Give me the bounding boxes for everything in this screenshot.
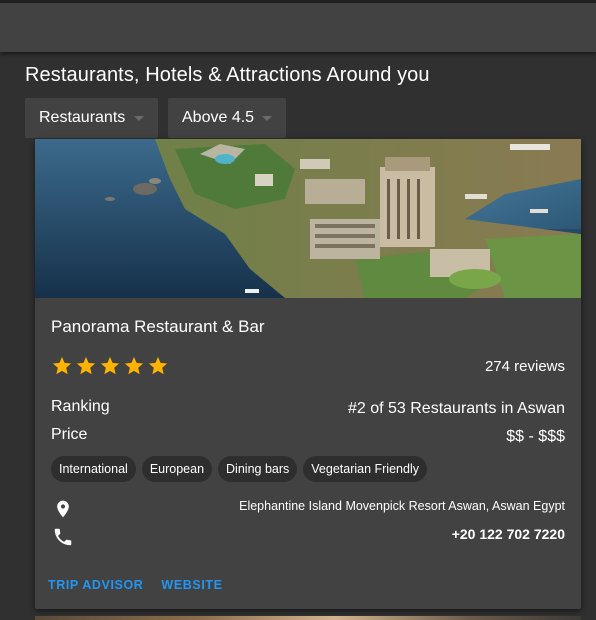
cuisine-chips: International European Dining bars Veget…	[51, 456, 427, 482]
category-select[interactable]: Restaurants	[25, 98, 158, 138]
star-icon	[147, 355, 169, 377]
phone-icon	[52, 526, 74, 553]
cuisine-chip: Vegetarian Friendly	[303, 456, 427, 482]
price-value: $$ - $$$	[506, 428, 565, 445]
dropdown-caret-icon	[134, 116, 144, 121]
star-icon	[99, 355, 121, 377]
star-icon	[75, 355, 97, 377]
star-icon	[51, 355, 73, 377]
tripadvisor-link[interactable]: TRIP ADVISOR	[48, 578, 143, 592]
cuisine-chip: European	[141, 456, 213, 482]
ranking-label: Ranking	[51, 398, 110, 415]
review-count: 274 reviews	[484, 358, 565, 375]
listing-photo	[35, 139, 581, 298]
cuisine-chip: Dining bars	[218, 456, 298, 482]
rating-select-value: Above 4.5	[182, 109, 255, 126]
page-title: Restaurants, Hotels & Attractions Around…	[25, 64, 430, 86]
listing-name: Panorama Restaurant & Bar	[51, 317, 265, 336]
ranking-value: #2 of 53 Restaurants in Aswan	[347, 400, 565, 417]
category-select-value: Restaurants	[39, 109, 126, 126]
cuisine-chip: International	[51, 456, 136, 482]
location-pin-icon	[53, 497, 73, 526]
next-listing-card-edge	[35, 616, 581, 620]
listing-card: Panorama Restaurant & Bar 274 reviews Ra…	[35, 139, 581, 609]
price-label: Price	[51, 426, 88, 443]
rating-select[interactable]: Above 4.5	[168, 98, 286, 138]
address-text: Elephantine Island Movenpick Resort Aswa…	[239, 499, 565, 513]
dropdown-caret-icon	[262, 116, 272, 121]
phone-number[interactable]: +20 122 702 7220	[452, 526, 565, 542]
app-bar	[0, 3, 596, 52]
star-icon	[123, 355, 145, 377]
rating-stars	[51, 355, 169, 377]
website-link[interactable]: WEBSITE	[161, 578, 222, 592]
card-actions: TRIP ADVISOR WEBSITE	[48, 578, 223, 592]
